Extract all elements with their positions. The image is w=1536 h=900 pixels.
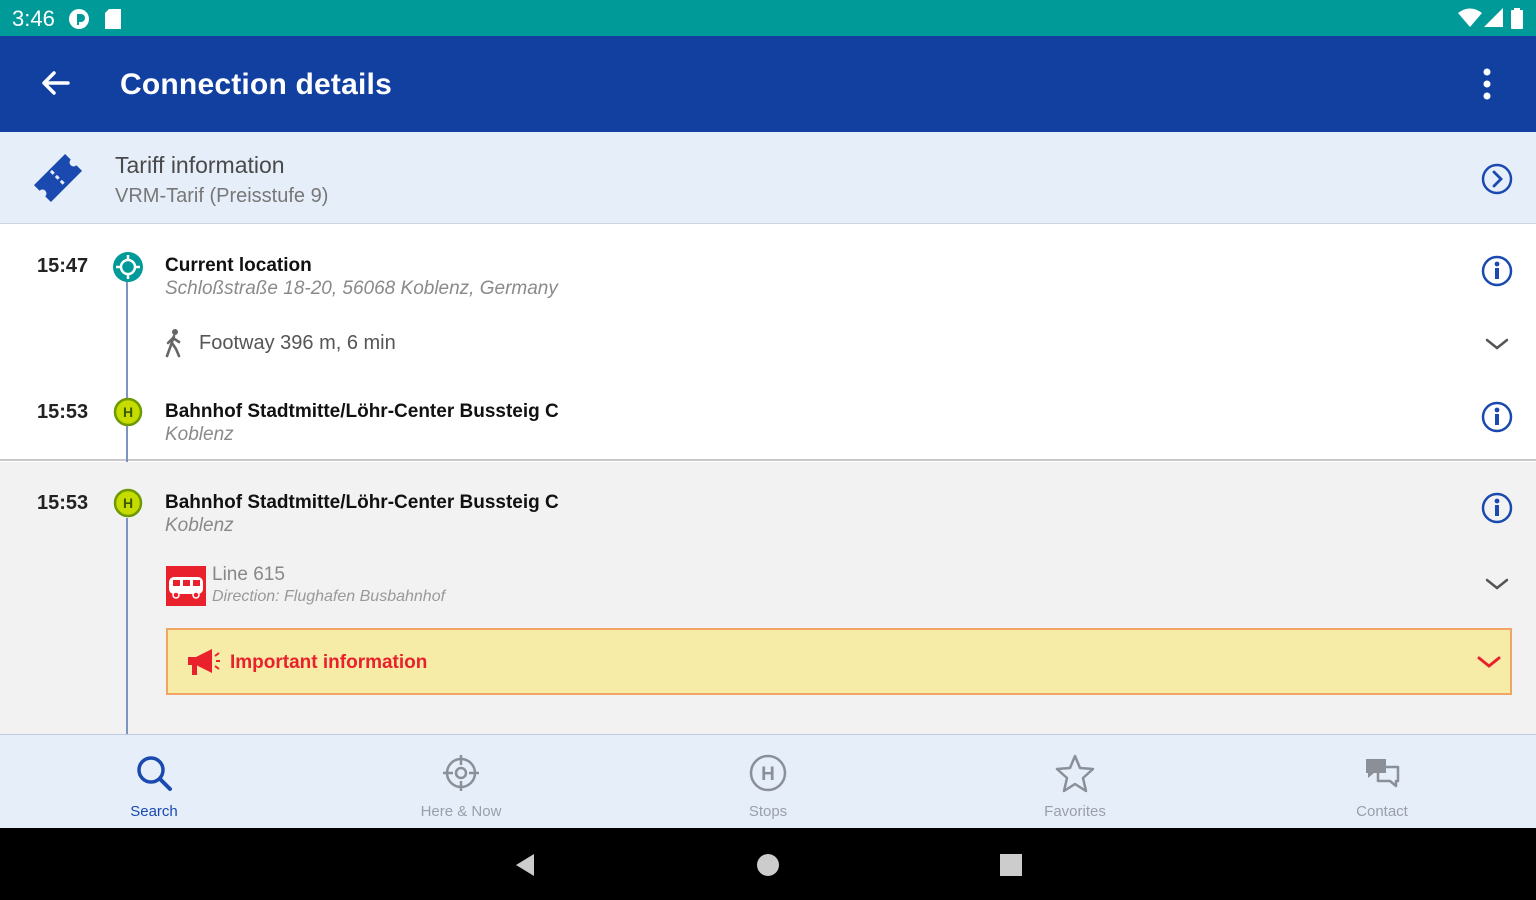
tariff-information-row[interactable]: Tariff information VRM-Tarif (Preisstufe… [0, 132, 1536, 224]
nav-here-now[interactable]: Here & Now [381, 735, 541, 829]
walking-icon [163, 328, 185, 363]
info-icon[interactable] [1480, 491, 1514, 530]
system-navigation-bar [0, 828, 1536, 900]
signal-icon [1484, 8, 1504, 33]
pocket-casts-icon [68, 8, 90, 35]
battery-icon [1510, 8, 1524, 35]
more-vert-icon[interactable] [1470, 66, 1504, 106]
bus-icon [166, 566, 206, 611]
ticket-icon [30, 152, 86, 209]
nav-label: Search [130, 803, 178, 820]
bus-stop-h-icon: H [112, 487, 144, 524]
nav-stops[interactable]: H Stops [688, 735, 848, 829]
tariff-subtitle: VRM-Tarif (Preisstufe 9) [115, 185, 329, 207]
chevron-down-icon[interactable] [1484, 576, 1510, 597]
megaphone-icon [186, 647, 220, 682]
svg-text:H: H [123, 404, 133, 420]
app-bar: Connection details [0, 36, 1536, 132]
sd-card-icon [104, 8, 122, 35]
chevron-right-circle-icon[interactable] [1480, 162, 1514, 201]
chat-icon [1362, 753, 1402, 798]
nav-contact[interactable]: Contact [1302, 735, 1462, 829]
chevron-down-icon[interactable] [1484, 336, 1510, 357]
arrow-back-icon[interactable] [38, 66, 72, 100]
timeline-line [126, 518, 128, 734]
status-time: 3:46 [12, 6, 55, 31]
ride-stop-city: Koblenz [165, 515, 234, 536]
recents-square-icon[interactable] [998, 852, 1024, 883]
origin-address: Schloßstraße 18-20, 56068 Koblenz, Germa… [165, 278, 558, 299]
walk-section: 15:47 Current location Schloßstraße 18-2… [0, 225, 1536, 466]
bottom-navigation: Search Here & Now H Stops Favorites Cont… [0, 734, 1536, 828]
star-icon [1055, 753, 1095, 798]
nav-label: Stops [748, 803, 788, 820]
ride-departure-time: 15:53 [37, 492, 89, 514]
info-icon[interactable] [1480, 254, 1514, 293]
back-triangle-icon[interactable] [512, 852, 538, 883]
ride-stop-name: Bahnhof Stadtmitte/Löhr-Center Bussteig … [165, 492, 559, 513]
stop-city: Koblenz [165, 424, 234, 445]
crosshair-icon [441, 753, 481, 798]
alert-label: Important information [230, 652, 428, 673]
nav-search[interactable]: Search [74, 735, 234, 829]
bus-stop-h-icon: H [112, 396, 144, 433]
departure-time: 15:47 [37, 255, 89, 277]
ride-section: 15:53 H Bahnhof Stadtmitte/Löhr-Center B… [0, 462, 1536, 734]
nav-favorites[interactable]: Favorites [995, 735, 1155, 829]
chevron-down-icon[interactable] [1476, 654, 1502, 675]
tariff-title: Tariff information [115, 152, 285, 178]
important-information-banner[interactable]: Important information [166, 628, 1512, 695]
nav-label: Favorites [1044, 803, 1106, 820]
info-icon[interactable] [1480, 400, 1514, 439]
timeline-line [126, 280, 128, 466]
footway-label: Footway 396 m, 6 min [199, 332, 396, 354]
location-target-icon [111, 250, 145, 289]
svg-text:H: H [123, 495, 133, 511]
home-circle-icon[interactable] [755, 852, 781, 883]
stop-name: Bahnhof Stadtmitte/Löhr-Center Bussteig … [165, 401, 559, 422]
wifi-icon [1458, 8, 1482, 33]
nav-label: Here & Now [420, 803, 502, 820]
page-title: Connection details [120, 68, 392, 101]
search-icon [134, 753, 174, 798]
status-bar: 3:46 [0, 0, 1536, 36]
line-number: Line 615 [212, 564, 285, 585]
bus-stop-icon: H [748, 753, 788, 798]
origin-name: Current location [165, 255, 312, 276]
nav-label: Contact [1356, 803, 1408, 820]
arrival-time: 15:53 [37, 401, 89, 423]
svg-text:H: H [761, 764, 775, 785]
line-direction: Direction: Flughafen Busbahnhof [212, 588, 446, 605]
